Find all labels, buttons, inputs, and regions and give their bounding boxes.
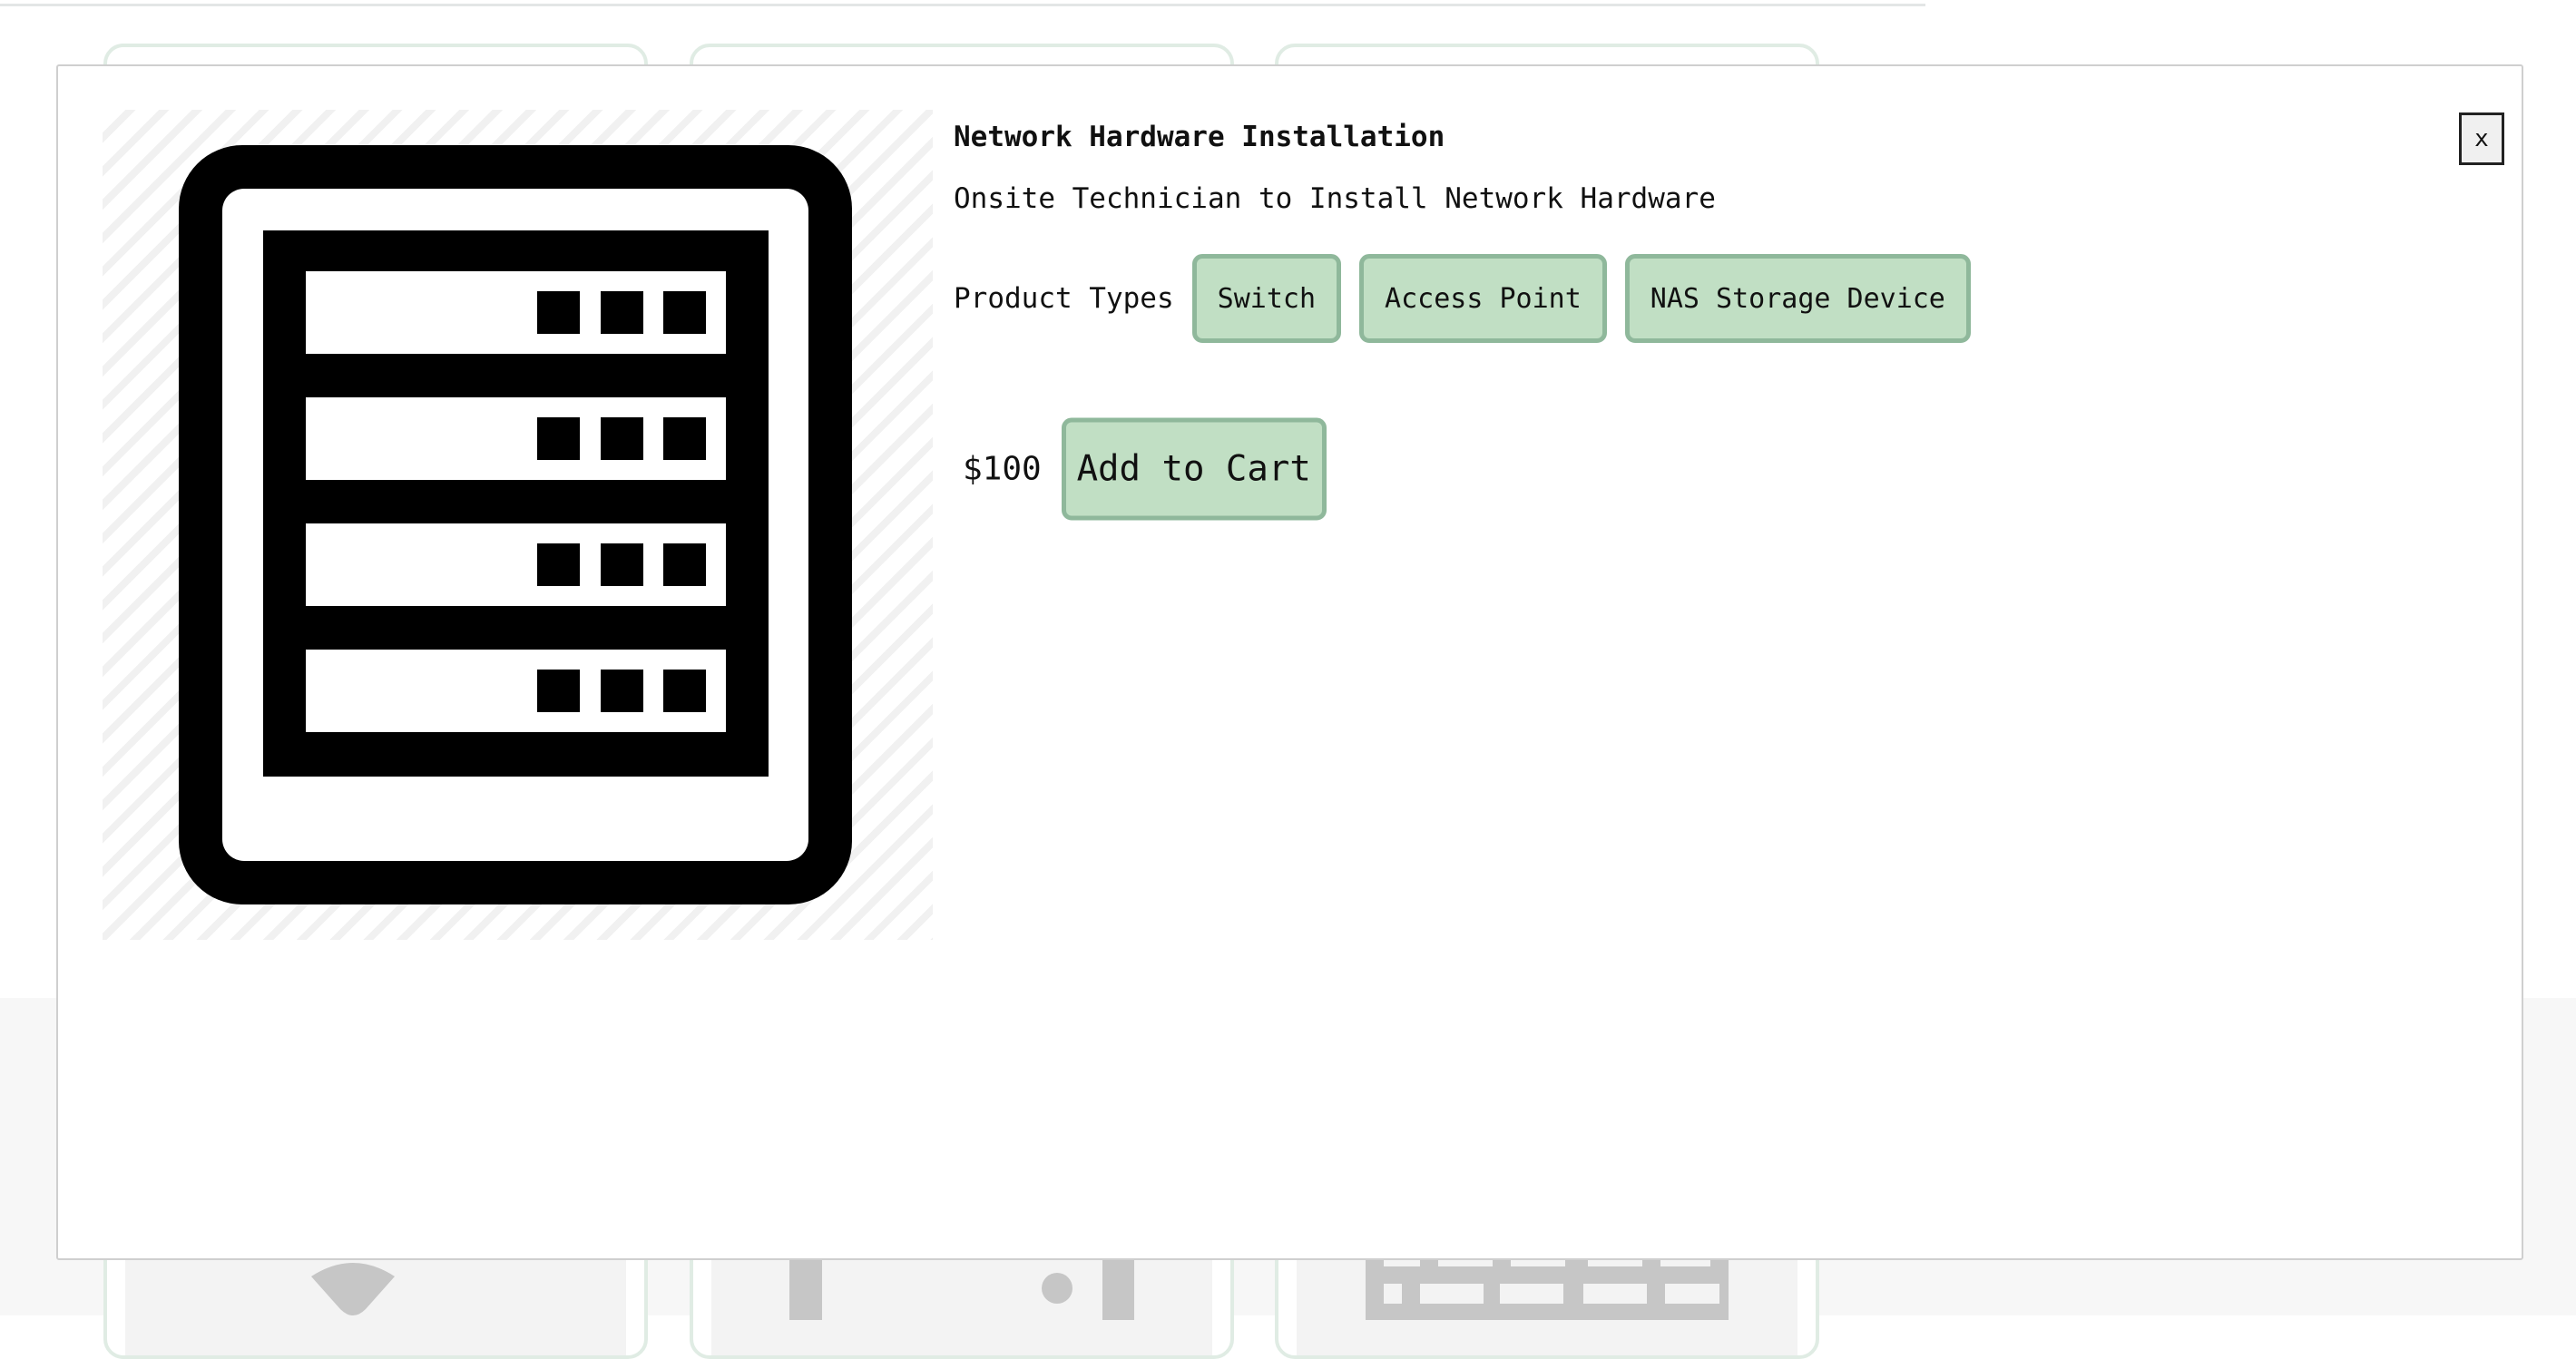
close-modal-button[interactable]: x [2459, 112, 2504, 165]
product-type-switch-button[interactable]: Switch [1191, 254, 1342, 343]
product-types-label: Product Types [954, 282, 1174, 315]
price-row: $100 Add to Cart [954, 417, 1327, 521]
product-image [103, 110, 933, 940]
add-to-cart-button[interactable]: Add to Cart [1061, 417, 1327, 521]
wifi-icon [311, 1263, 395, 1315]
product-types-row: Product Types Switch Access Point NAS St… [954, 254, 1989, 343]
product-type-access-point-button[interactable]: Access Point [1359, 254, 1607, 343]
server-rack-icon [179, 145, 852, 904]
product-title: Network Hardware Installation [954, 121, 1445, 153]
product-type-nas-storage-button[interactable]: NAS Storage Device [1624, 254, 1971, 343]
product-detail-modal: Network Hardware Installation Onsite Tec… [56, 64, 2523, 1260]
background-divider [0, 4, 1925, 6]
keyboard-icon [1366, 1256, 1729, 1320]
network-switch-icon [789, 1256, 1134, 1320]
product-price: $100 [963, 450, 1042, 488]
product-description: Onsite Technician to Install Network Har… [954, 182, 1716, 215]
